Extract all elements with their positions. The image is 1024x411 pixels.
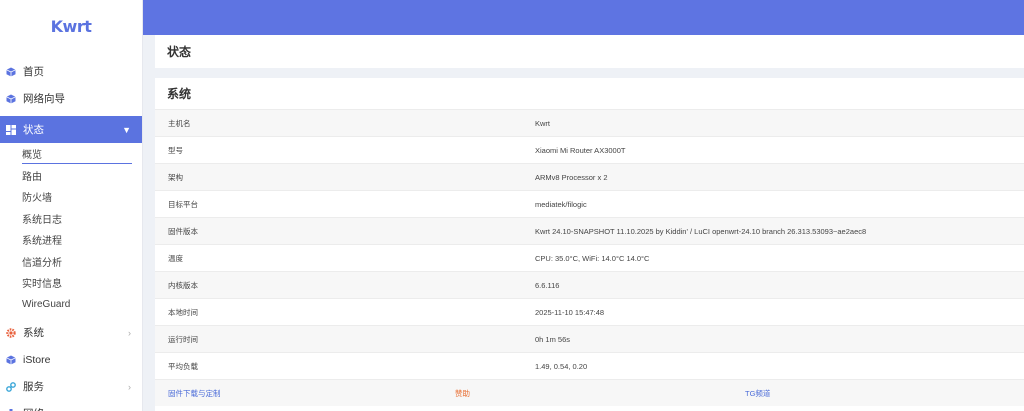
link-icon	[6, 381, 16, 392]
telegram-channel-link[interactable]: TG频道	[745, 388, 770, 399]
row-key: 型号	[168, 145, 183, 155]
table-row: 固件版本 Kwrt 24.10-SNAPSHOT 11.10.2025 by Ki…	[155, 218, 1024, 245]
row-value: 2025-11-10 15:47:48	[535, 307, 605, 317]
sidebar-item-status[interactable]: 状态 ▼	[0, 116, 142, 143]
sidebar-subitem-processes[interactable]: 系统进程	[0, 229, 142, 251]
row-key: 本地时间	[168, 307, 198, 317]
chevron-right-icon: ›	[128, 328, 131, 338]
sidebar-item-label: 网络向导	[23, 93, 65, 105]
table-row: 本地时间 2025-11-10 15:47:48	[155, 299, 1024, 326]
sidebar-subitem-syslog[interactable]: 系统日志	[0, 208, 142, 230]
row-value: mediatek/filogic	[535, 199, 587, 209]
table-row: 型号 Xiaomi Mi Router AX3000T	[155, 137, 1024, 164]
firmware-download-link[interactable]: 固件下载与定制	[168, 388, 455, 399]
row-value: ARMv8 Processor x 2	[535, 172, 608, 182]
sidebar-subitem-overview[interactable]: 概览	[0, 143, 142, 165]
table-row: 主机名 Kwrt	[155, 110, 1024, 137]
row-value: 6.6.116	[535, 280, 560, 290]
row-value: Xiaomi Mi Router AX3000T	[535, 145, 626, 155]
sidebar-item-wizard[interactable]: 网络向导	[0, 85, 142, 112]
cube-icon	[6, 67, 16, 77]
table-row: 架构 ARMv8 Processor x 2	[155, 164, 1024, 191]
system-table: 主机名 Kwrt 型号 Xiaomi Mi Router AX3000T 架构 ARM…	[155, 110, 1024, 380]
row-key: 主机名	[168, 118, 191, 128]
gear-icon	[6, 327, 16, 338]
sidebar-subitem-firewall[interactable]: 防火墙	[0, 186, 142, 208]
sidebar-subitem-wireguard[interactable]: WireGuard	[0, 294, 142, 316]
sidebar: Kwrt 首页 网络向导 状态 ▼ 概览 路由 防火墙 系统日志 系统进程 信道…	[0, 0, 143, 411]
row-key: 温度	[168, 253, 183, 263]
table-row: 内核版本 6.6.116	[155, 272, 1024, 299]
sidebar-item-label: iStore	[23, 353, 51, 366]
sidebar-item-label: 首页	[23, 66, 44, 78]
sidebar-subitem-realtime[interactable]: 实时信息	[0, 272, 142, 294]
row-key: 平均负载	[168, 361, 198, 371]
page-title: 状态	[167, 45, 192, 59]
sidebar-subitem-channel-analysis[interactable]: 信道分析	[0, 251, 142, 273]
footer-links: 固件下载与定制 赞助 TG频道	[155, 380, 1024, 406]
row-value: 0h 1m 56s	[535, 334, 571, 344]
sidebar-nav: 首页 网络向导 状态 ▼ 概览 路由 防火墙 系统日志 系统进程 信道分析 实时…	[0, 58, 142, 411]
system-card: 系统 主机名 Kwrt 型号 Xiaomi Mi Router AX3000T 架构…	[155, 78, 1024, 411]
section-title: 系统	[155, 78, 1024, 110]
sidebar-item-home[interactable]: 首页	[0, 58, 142, 85]
table-row: 目标平台 mediatek/filogic	[155, 191, 1024, 218]
sidebar-item-system[interactable]: 系统 ›	[0, 319, 142, 346]
sidebar-item-istore[interactable]: iStore	[0, 346, 142, 373]
row-value: 1.49, 0.54, 0.20	[535, 361, 588, 371]
dashboard-icon	[6, 124, 16, 135]
row-key: 内核版本	[168, 280, 198, 290]
sidebar-item-label: 服务	[23, 381, 44, 393]
table-row: 平均负载 1.49, 0.54, 0.20	[155, 353, 1024, 380]
sidebar-item-label: 系统	[23, 327, 44, 339]
brand-name: Kwrt	[50, 16, 92, 36]
row-value: CPU: 35.0°C, WiFi: 14.0°C 14.0°C	[535, 253, 650, 263]
sidebar-item-network[interactable]: 网络 ›	[0, 400, 142, 411]
chevron-right-icon: ›	[128, 382, 131, 392]
cube-icon	[6, 355, 16, 365]
row-key: 运行时间	[168, 334, 198, 344]
row-key: 架构	[168, 172, 183, 182]
top-bar	[143, 0, 1024, 35]
chevron-down-icon: ▼	[122, 125, 131, 135]
row-value: Kwrt	[535, 118, 550, 128]
cube-icon	[6, 94, 16, 104]
table-row: 运行时间 0h 1m 56s	[155, 326, 1024, 353]
row-key: 目标平台	[168, 199, 198, 209]
sidebar-item-label: 状态	[23, 124, 44, 136]
sidebar-subitem-routes[interactable]: 路由	[0, 165, 142, 187]
sidebar-item-services[interactable]: 服务 ›	[0, 373, 142, 400]
sponsor-link[interactable]: 赞助	[455, 388, 745, 399]
row-value: Kwrt 24.10-SNAPSHOT 11.10.2025 by Kiddin…	[535, 226, 867, 236]
row-key: 固件版本	[168, 226, 198, 236]
logo[interactable]: Kwrt	[0, 0, 142, 52]
table-row: 温度 CPU: 35.0°C, WiFi: 14.0°C 14.0°C	[155, 245, 1024, 272]
sidebar-item-label: 网络	[23, 406, 44, 411]
page-header: 状态	[155, 35, 1024, 68]
